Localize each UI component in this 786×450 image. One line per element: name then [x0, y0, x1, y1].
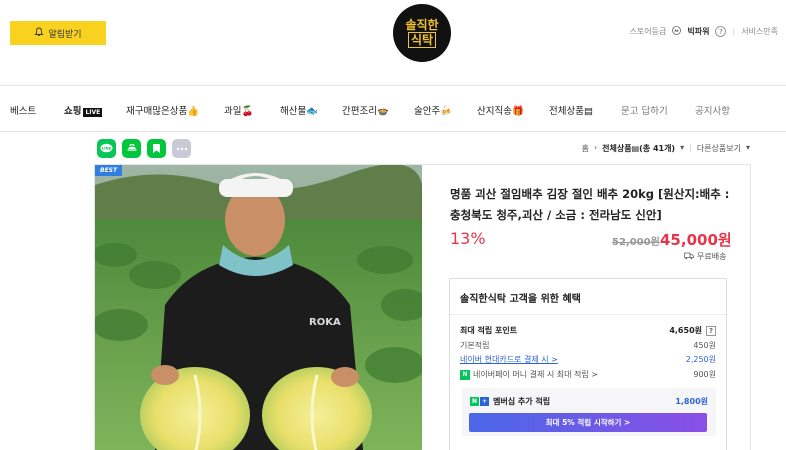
base-points-value: 450원 [693, 341, 716, 350]
breadcrumb-category[interactable]: 전체상품▤(총 41개) [602, 143, 675, 154]
chevron-right-icon: › [593, 143, 598, 152]
card-points-value: 2,250원 [685, 355, 716, 364]
logo-line-2: 식탁 [407, 32, 437, 48]
nav-item-easy-cook[interactable]: 간편조리🍲 [342, 103, 389, 117]
nav-item-seafood[interactable]: 해산물🐟 [280, 103, 318, 117]
nav-item-best[interactable]: 베스트 [10, 103, 36, 117]
nav-item-all-products[interactable]: 전체상품▤ [549, 103, 593, 117]
service-satisfaction-link[interactable]: 서비스만족 [741, 26, 778, 37]
divider: | [732, 27, 736, 36]
help-icon[interactable]: ? [715, 26, 727, 37]
bell-icon [34, 27, 45, 40]
other-products-link[interactable]: 다른상품보기 [697, 143, 741, 154]
max-points-row: 최대 적립 포인트 4,650원? [460, 325, 716, 336]
alarm-subscribe-button[interactable]: 알림받기 [10, 21, 106, 45]
shipping-label: 무료배송 [697, 252, 727, 261]
plus-icon: + [480, 397, 489, 406]
store-info: 스토어등급 빅파워 ? | 서비스만족 [630, 26, 778, 37]
logo-line-1: 솔직한 [405, 18, 439, 32]
bookmark-icon[interactable] [147, 139, 166, 158]
nav-item-qna[interactable]: 문고 답하기 [621, 103, 668, 117]
store-grade-label: 스토어등급 [629, 27, 667, 36]
nav-item-shopping-live[interactable]: 쇼핑 LIVE [64, 103, 103, 117]
original-price: 52,000원 [612, 237, 660, 248]
best-badge: BEST [95, 165, 123, 176]
share-buttons: LINE [97, 139, 191, 158]
benefit-title: 솔직한식탁 고객을 위한 혜택 [460, 294, 581, 305]
membership-value: 1,800원 [675, 397, 708, 406]
max-points-value: 4,650원 [669, 326, 702, 335]
naver-pay-icon: N [460, 369, 470, 380]
product-title: 명품 괴산 절임배추 김장 절인 배추 20kg [원산지:배추 : 충청북도 … [450, 187, 730, 222]
discount-rate: 13% [450, 229, 486, 248]
divider [450, 314, 726, 315]
alarm-label: 알림받기 [48, 29, 82, 40]
shipping-info: 무료배송 [684, 251, 726, 262]
benefit-box: 솔직한식탁 고객을 위한 혜택 최대 적립 포인트 4,650원? 기본적립 4… [449, 278, 727, 450]
naver-plus-icon: N [470, 397, 479, 406]
breadcrumb: 홈 › 전체상품▤(총 41개) ▾ | 다른상품보기 ▾ [582, 143, 750, 154]
chevron-down-icon: ▾ [745, 143, 750, 152]
base-points-label: 기본적립 [460, 341, 490, 350]
npay-points-row: N 네이버페이 머니 결제 시 최대 적립 > 900원 [460, 369, 716, 380]
line-icon[interactable]: LINE [97, 139, 116, 158]
divider: | [689, 143, 692, 152]
nav-item-notice[interactable]: 공지사항 [695, 103, 730, 117]
chevron-down-icon: ▾ [680, 143, 685, 152]
nav-item-fruit[interactable]: 과일🍒 [224, 103, 253, 117]
breadcrumb-home[interactable]: 홈 [582, 143, 589, 154]
card-points-row: 네이버 현대카드로 결제 시 > 2,250원 [460, 354, 716, 365]
membership-label: 멤버십 추가 적립 [493, 397, 551, 406]
max-points-label: 최대 적립 포인트 [460, 326, 518, 335]
band-icon[interactable] [122, 139, 141, 158]
crown-icon [672, 26, 682, 37]
npay-benefit-link[interactable]: 네이버페이 머니 결제 시 최대 적립 > [473, 369, 598, 380]
product-image[interactable]: ROKA [95, 165, 422, 450]
base-points-row: 기본적립 450원 [460, 340, 716, 351]
nav-item-repurchase[interactable]: 재구매많은상품👍 [126, 103, 199, 117]
nav-item-label: 쇼핑 [64, 106, 82, 117]
help-icon[interactable]: ? [706, 325, 716, 336]
membership-row: N + 멤버십 추가 적립 1,800원 [470, 396, 708, 407]
top-header: 알림받기 솔직한 식탁 스토어등급 빅파워 ? | 서비스만족 [0, 0, 786, 86]
nav-item-direct[interactable]: 산지직송🎁 [477, 103, 524, 117]
sale-price: 45,000원 [660, 231, 732, 249]
store-logo[interactable]: 솔직한 식탁 [393, 4, 451, 62]
shirt-print: ROKA [309, 317, 341, 328]
nav-item-snacks[interactable]: 술안주🍻 [414, 103, 452, 117]
membership-box: N + 멤버십 추가 적립 1,800원 최대 5% 적립 시작하기 > [462, 388, 716, 436]
category-nav: 베스트 쇼핑 LIVE 재구매많은상품👍 과일🍒 해산물🐟 간편조리🍲 술안주🍻 … [0, 86, 786, 132]
card-benefit-link[interactable]: 네이버 현대카드로 결제 시 > [460, 354, 558, 365]
npay-points-value: 900원 [693, 370, 716, 379]
more-icon[interactable] [172, 139, 191, 158]
svg-text:LINE: LINE [102, 146, 112, 151]
live-badge: LIVE [83, 108, 103, 117]
store-grade-value: 빅파워 [687, 27, 710, 36]
membership-start-button[interactable]: 최대 5% 적립 시작하기 > [469, 413, 707, 432]
truck-icon [684, 252, 694, 262]
